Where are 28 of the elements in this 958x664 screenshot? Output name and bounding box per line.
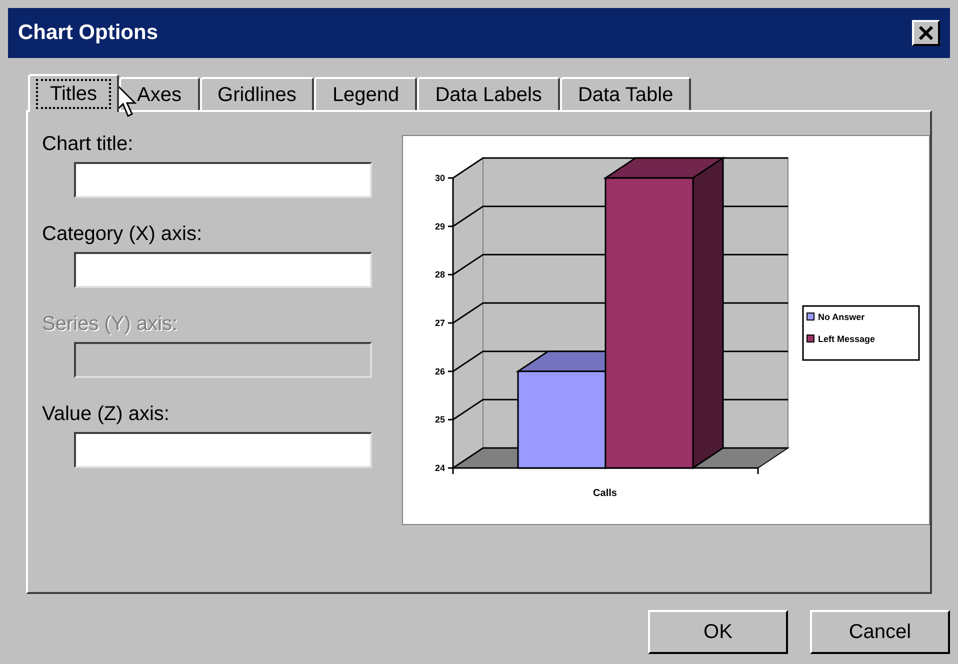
dialog-button[interactable]: Cancel xyxy=(810,610,950,654)
y-tick-label: 24 xyxy=(434,463,445,473)
field-label: Series (Y) axis: xyxy=(42,312,179,336)
y-tick-label: 28 xyxy=(434,270,445,280)
input-field[interactable] xyxy=(74,162,372,198)
tab[interactable]: Axes xyxy=(119,77,200,110)
field-label: Value (Z) axis: xyxy=(42,402,170,426)
tab[interactable]: Legend xyxy=(314,77,418,110)
close-button[interactable] xyxy=(912,20,940,46)
y-tick-label: 30 xyxy=(434,173,445,183)
tab[interactable]: Data Labels xyxy=(417,77,560,110)
close-icon xyxy=(919,26,933,40)
field-label: Chart title: xyxy=(42,132,134,156)
tab[interactable]: Gridlines xyxy=(200,77,314,110)
tab[interactable]: Titles xyxy=(28,74,120,112)
window-title: Chart Options xyxy=(18,20,158,46)
field-label: Category (X) axis: xyxy=(42,222,204,246)
input-field[interactable] xyxy=(74,432,372,468)
dialog-button[interactable]: OK xyxy=(648,610,788,654)
y-tick-label: 29 xyxy=(434,221,445,232)
legend-label: Left Message xyxy=(818,334,876,344)
category-label: Calls xyxy=(593,488,617,499)
y-tick-label: 27 xyxy=(434,318,445,328)
tab[interactable]: Data Table xyxy=(560,77,692,110)
input-field[interactable] xyxy=(74,252,372,288)
y-tick-label: 26 xyxy=(434,366,445,376)
legend-label: No Answer xyxy=(818,312,865,322)
y-tick-label: 25 xyxy=(434,414,445,425)
